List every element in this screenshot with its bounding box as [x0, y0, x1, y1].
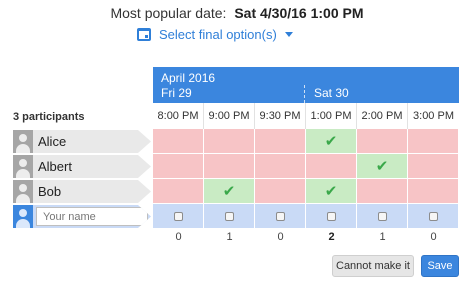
- availability-checkbox[interactable]: [377, 211, 387, 221]
- availability-cell-no: [255, 129, 306, 154]
- day-label: Fri 29: [161, 86, 192, 100]
- calendar-header: April 2016 Fri 29 Sat 30: [153, 67, 459, 103]
- select-final-label: Select final option(s): [159, 26, 277, 42]
- availability-cell-no: [408, 129, 459, 154]
- total-count: 1: [379, 231, 386, 243]
- availability-cell-no: [306, 154, 357, 179]
- totals-row: 0 1 0 2 1 0: [153, 231, 459, 243]
- availability-checkbox[interactable]: [173, 211, 183, 221]
- checkmark-icon: ✔: [324, 182, 338, 200]
- user-icon: [13, 155, 33, 178]
- total-count: 0: [277, 231, 284, 243]
- availability-cell-yes: ✔: [306, 129, 357, 154]
- new-participant-tab: [13, 205, 151, 228]
- availability-cell-yes: ✔: [357, 154, 408, 179]
- participant-name-tab: Bob: [13, 180, 151, 203]
- participant-name: Alice: [38, 134, 67, 149]
- user-icon: [13, 180, 33, 203]
- availability-cell-no: [255, 154, 306, 179]
- chevron-down-icon: [284, 31, 293, 37]
- user-icon: [13, 130, 33, 153]
- participant-name-tab: Albert: [13, 155, 151, 178]
- select-final-options-dropdown[interactable]: Select final option(s): [137, 25, 293, 43]
- time-slot-label: 9:30 PM: [255, 103, 306, 129]
- new-participant-row: [0, 204, 474, 229]
- time-slot-label: 2:00 PM: [357, 103, 408, 129]
- checkmark-icon: ✔: [375, 157, 389, 175]
- calendar-icon: [137, 27, 151, 41]
- participant-row: Albert ✔: [0, 154, 474, 179]
- most-popular-date: Most popular date: Sat 4/30/16 1:00 PM: [0, 5, 474, 21]
- participant-name-tab: Alice: [13, 130, 151, 153]
- time-slot-label: 1:00 PM: [306, 103, 357, 129]
- availability-cell-no: [357, 179, 408, 204]
- day-label: Sat 30: [314, 86, 349, 100]
- save-button[interactable]: Save: [421, 255, 459, 277]
- availability-checkbox[interactable]: [326, 211, 336, 221]
- month-label: April 2016: [161, 71, 216, 85]
- total-count: 2: [328, 231, 335, 243]
- participant-row: Bob ✔ ✔: [0, 179, 474, 204]
- time-slot-label: 9:00 PM: [204, 103, 255, 129]
- cannot-make-it-button[interactable]: Cannot make it: [332, 255, 414, 277]
- availability-inputs: [153, 204, 459, 229]
- availability-cell: [357, 204, 408, 229]
- time-header-row: 8:00 PM 9:00 PM 9:30 PM 1:00 PM 2:00 PM …: [153, 103, 459, 129]
- total-count: 1: [226, 231, 233, 243]
- availability-cell-yes: ✔: [204, 179, 255, 204]
- participant-name: Bob: [38, 184, 62, 199]
- checkmark-icon: ✔: [222, 182, 236, 200]
- total-count: 0: [430, 231, 437, 243]
- availability-cells: ✔: [153, 154, 459, 179]
- availability-cell: [306, 204, 357, 229]
- availability-cell-yes: ✔: [306, 179, 357, 204]
- availability-cell-no: [255, 179, 306, 204]
- availability-cell-no: [204, 129, 255, 154]
- time-slot-label: 3:00 PM: [413, 110, 454, 122]
- participant-row: Alice ✔: [0, 129, 474, 154]
- total-count: 0: [175, 231, 182, 243]
- availability-cell-no: [408, 179, 459, 204]
- checkmark-icon: ✔: [324, 132, 338, 150]
- availability-cell-no: [357, 129, 408, 154]
- user-icon: [13, 205, 33, 228]
- availability-cell-no: [153, 129, 204, 154]
- popular-value: Sat 4/30/16 1:00 PM: [234, 5, 364, 21]
- day-separator: [304, 85, 305, 103]
- availability-cell-no: [408, 154, 459, 179]
- availability-cell: [408, 204, 459, 229]
- participant-name: Albert: [38, 159, 72, 174]
- availability-checkbox[interactable]: [224, 211, 234, 221]
- availability-cell-no: [204, 154, 255, 179]
- availability-cell-no: [153, 179, 204, 204]
- availability-checkbox[interactable]: [275, 211, 285, 221]
- availability-cell: [204, 204, 255, 229]
- availability-cell: [255, 204, 306, 229]
- participant-count: 3 participants: [13, 111, 85, 123]
- availability-cells: ✔: [153, 129, 459, 154]
- availability-checkbox[interactable]: [428, 211, 438, 221]
- time-slot-label: 8:00 PM: [153, 103, 204, 129]
- availability-cell-no: [153, 154, 204, 179]
- availability-cells: ✔ ✔: [153, 179, 459, 204]
- popular-label: Most popular date:: [110, 5, 227, 21]
- your-name-input[interactable]: [36, 207, 148, 226]
- availability-cell: [153, 204, 204, 229]
